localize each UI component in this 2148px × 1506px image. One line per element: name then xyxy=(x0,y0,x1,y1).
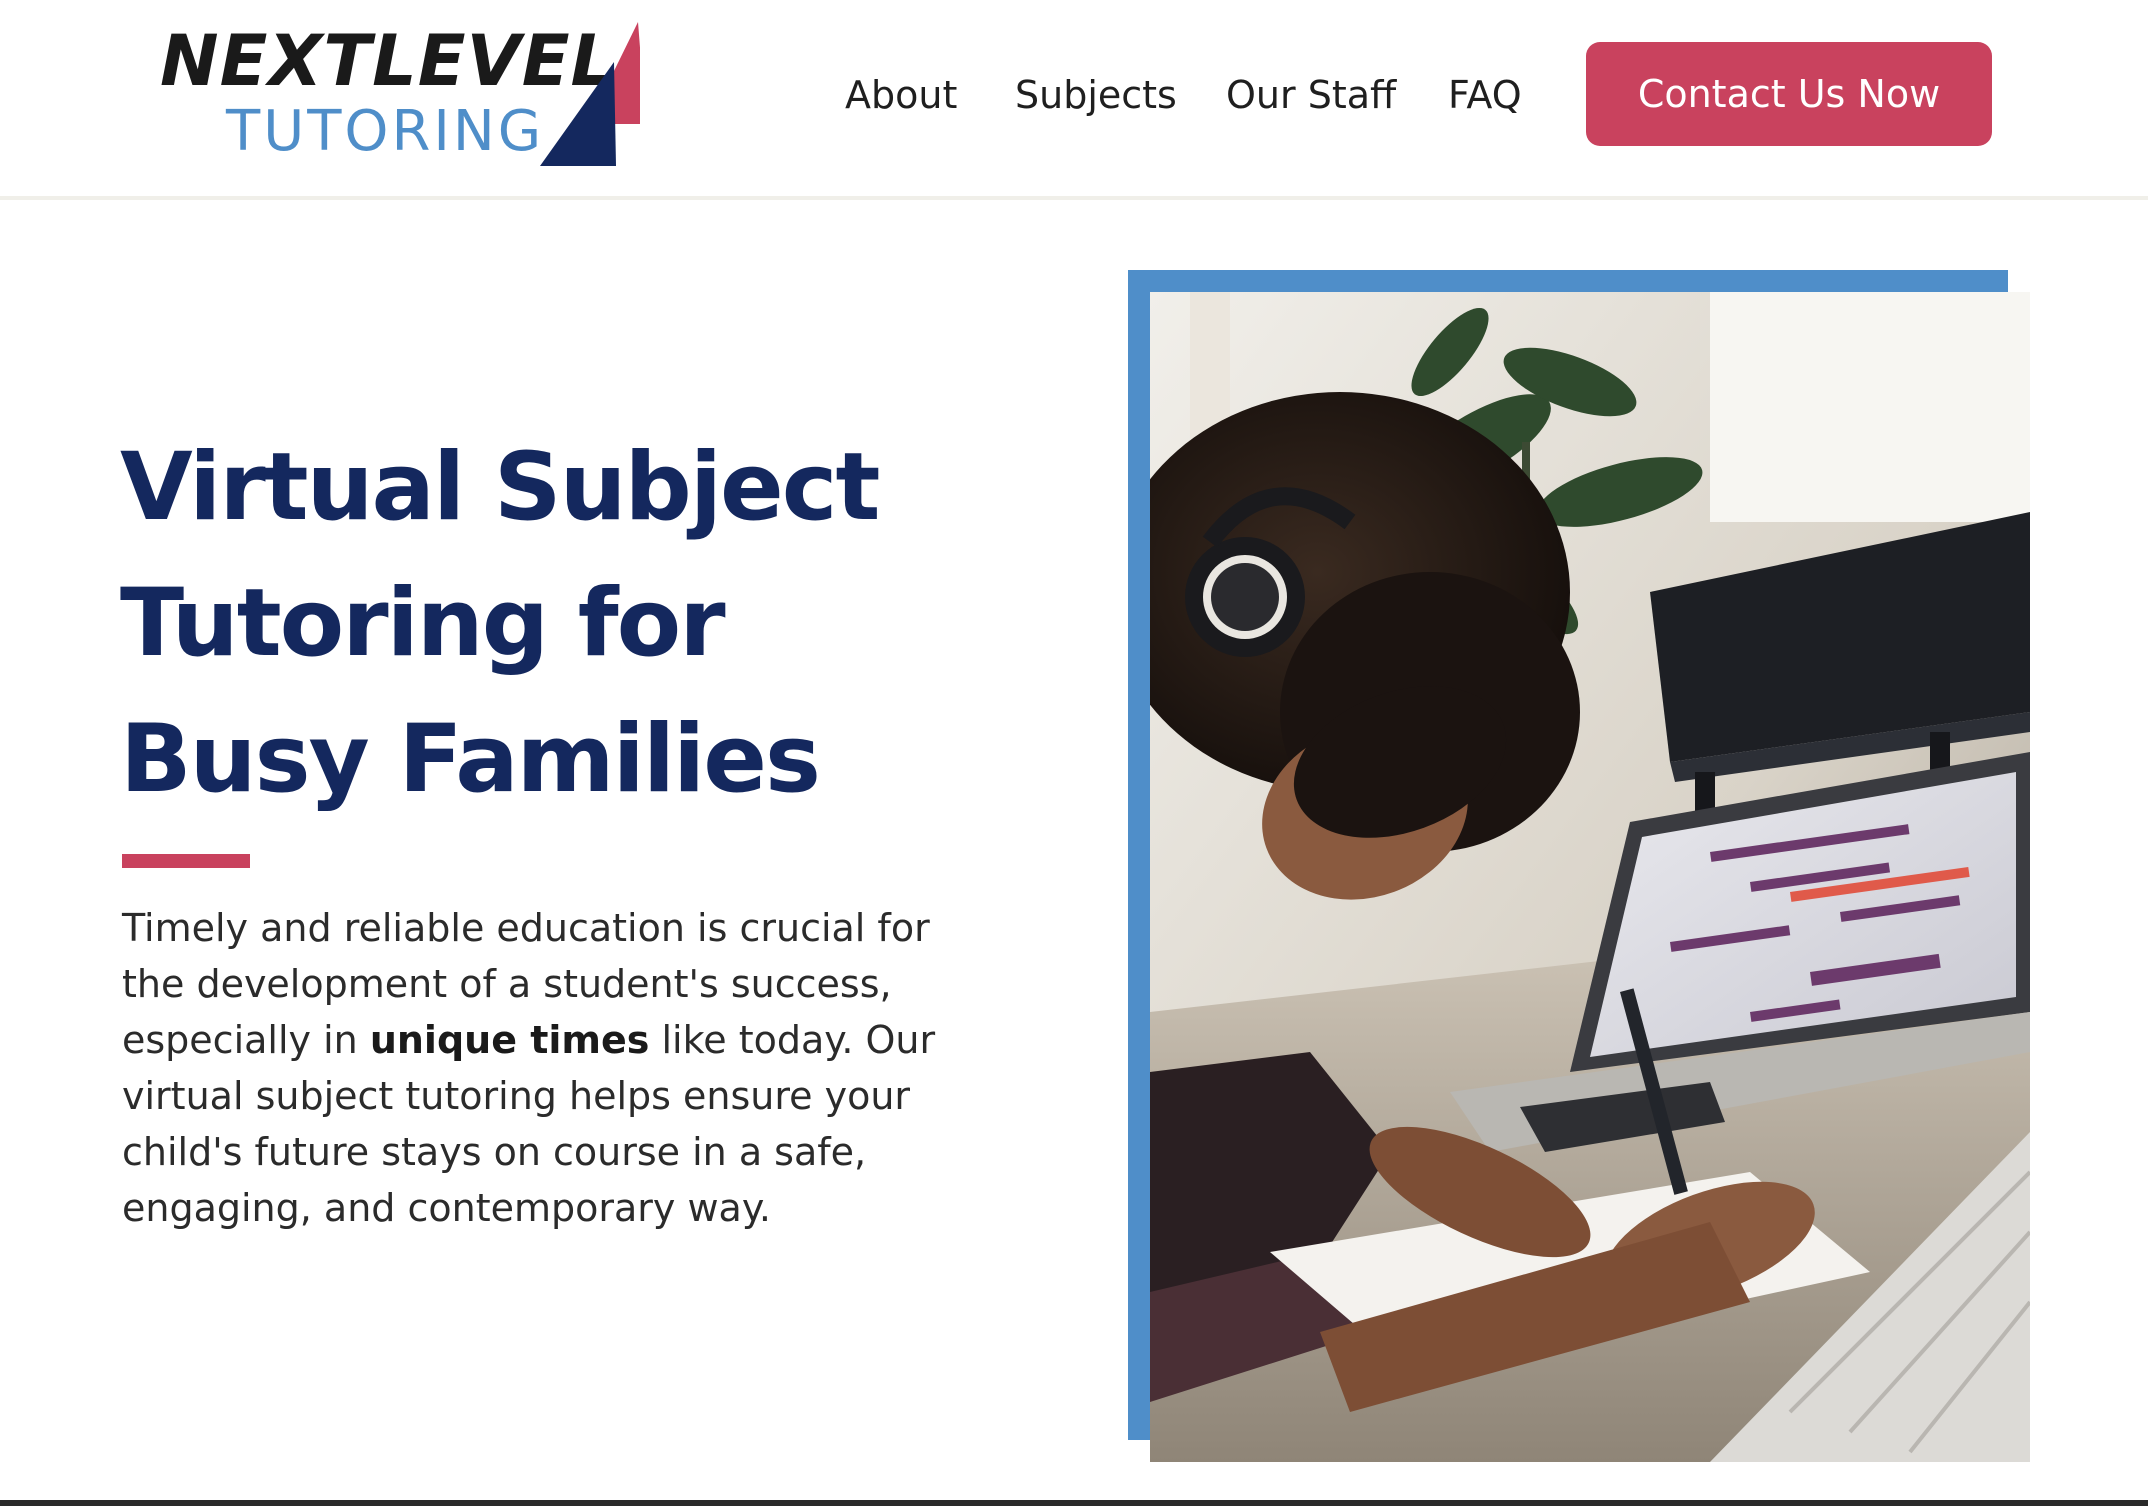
hero-title: Virtual Subject Tutoring for Busy Famili… xyxy=(120,420,980,828)
site-header: NEXTLEVEL TUTORING About Subjects Our St… xyxy=(0,0,2148,200)
hero-title-line: Busy Families xyxy=(120,705,821,814)
bottom-divider xyxy=(0,1500,2148,1506)
hero-title-line: Tutoring for xyxy=(120,569,726,678)
page: NEXTLEVEL TUTORING About Subjects Our St… xyxy=(0,0,2148,1506)
hero-description: Timely and reliable education is crucial… xyxy=(122,900,942,1236)
nav-link-about[interactable]: About xyxy=(845,70,957,120)
title-accent-divider xyxy=(122,854,250,868)
main-nav: About Subjects Our Staff FAQ xyxy=(0,70,1580,120)
student-with-headphones-laptop-photo xyxy=(1150,292,2030,1462)
hero-title-line: Virtual Subject xyxy=(120,433,880,542)
nav-link-faq[interactable]: FAQ xyxy=(1448,70,1522,120)
nav-link-subjects[interactable]: Subjects xyxy=(1015,70,1177,120)
nav-link-our-staff[interactable]: Our Staff xyxy=(1226,70,1396,120)
hero-description-emphasis: unique times xyxy=(369,1018,650,1062)
contact-us-button[interactable]: Contact Us Now xyxy=(1586,42,1992,146)
